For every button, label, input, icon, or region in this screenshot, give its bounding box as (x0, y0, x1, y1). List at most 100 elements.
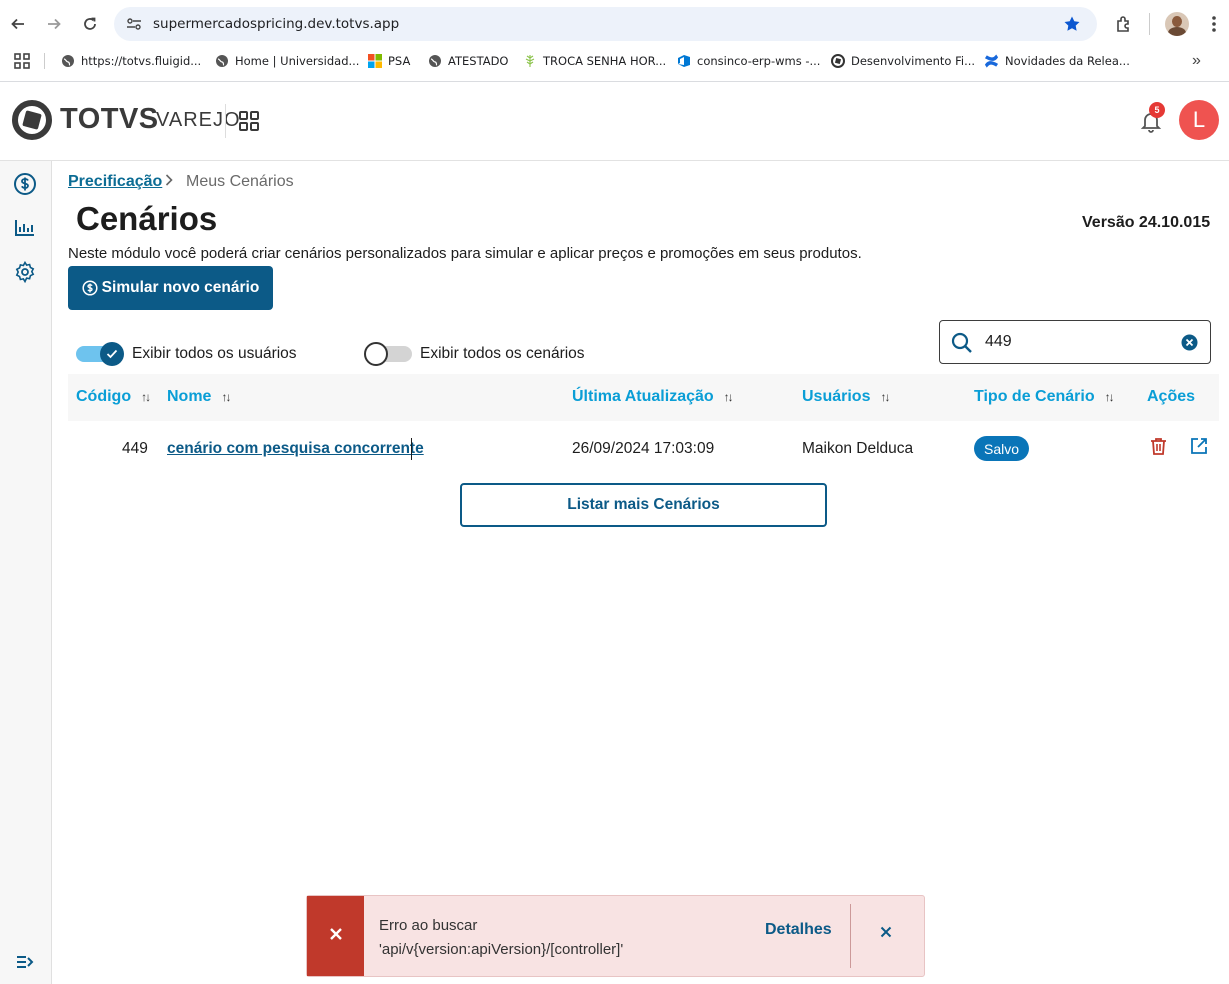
error-toast: Erro ao buscar 'api/v{version:apiVersion… (306, 895, 925, 977)
check-icon (100, 342, 124, 366)
notification-badge: 5 (1149, 102, 1165, 118)
apps-menu-icon[interactable] (238, 110, 260, 137)
sort-icon[interactable]: ↑↓ (1105, 390, 1115, 404)
column-header-code[interactable]: Código ↑↓ (76, 388, 151, 406)
new-scenario-button[interactable]: Simular novo cenário (68, 266, 273, 310)
trash-icon[interactable] (1149, 437, 1168, 461)
pricing-dollar-icon[interactable] (12, 171, 38, 197)
chart-bars-icon[interactable] (12, 215, 38, 241)
sort-icon[interactable]: ↑↓ (141, 390, 151, 404)
sort-icon[interactable]: ↑↓ (221, 390, 231, 404)
bookmark-item[interactable]: consinco-erp-wms -... (676, 52, 820, 70)
bookmark-star-icon[interactable] (1063, 15, 1081, 38)
globe-icon (214, 54, 229, 69)
page-description: Neste módulo você poderá criar cenários … (68, 245, 862, 262)
open-external-icon[interactable] (1190, 437, 1208, 460)
bookmark-label: TROCA SENHA HOR... (543, 54, 667, 68)
more-bookmarks-icon[interactable]: » (1192, 52, 1201, 70)
header-divider (225, 104, 226, 138)
bookmarks-divider (44, 53, 45, 69)
bookmark-label: Desenvolvimento Fi... (851, 54, 976, 68)
bookmark-item[interactable]: Home | Universidad... (214, 52, 359, 70)
search-input[interactable]: 449 (939, 320, 1211, 364)
logo-text: TOTVS (60, 103, 159, 135)
version-label: Versão 24.10.015 (1082, 214, 1211, 231)
reload-icon[interactable] (78, 12, 102, 36)
column-header-updated[interactable]: Última Atualização ↑↓ (572, 388, 734, 406)
toast-details-link[interactable]: Detalhes (765, 921, 832, 939)
column-header-users[interactable]: Usuários ↑↓ (802, 388, 890, 406)
sidebar (0, 161, 52, 984)
row-code: 449 (122, 440, 148, 457)
address-bar[interactable]: supermercadospricing.dev.totvs.app (114, 7, 1097, 41)
bookmark-label: PSA (388, 54, 411, 68)
bookmark-label: ATESTADO (448, 54, 509, 68)
column-header-name[interactable]: Nome ↑↓ (167, 388, 231, 406)
toast-message: Erro ao buscar 'api/v{version:apiVersion… (379, 917, 624, 958)
browser-menu-icon[interactable] (1202, 12, 1226, 36)
leaf-icon (522, 54, 537, 69)
sort-icon[interactable]: ↑↓ (724, 390, 734, 404)
show-all-scenarios-toggle[interactable] (364, 342, 412, 366)
column-label: Código (76, 388, 132, 405)
apps-grid-icon[interactable] (14, 53, 30, 74)
bookmark-item[interactable]: Novidades da Relea... (984, 52, 1130, 70)
show-all-scenarios-label: Exibir todos os cenários (420, 345, 585, 362)
globe-icon (60, 54, 75, 69)
globe-icon (427, 54, 442, 69)
column-label: Nome (167, 388, 212, 405)
list-more-scenarios-button[interactable]: Listar mais Cenários (460, 483, 827, 527)
extensions-icon[interactable] (1112, 12, 1136, 36)
gear-icon[interactable] (12, 259, 38, 285)
show-all-users-toggle[interactable] (76, 342, 124, 366)
back-icon[interactable] (6, 12, 30, 36)
user-avatar[interactable]: L (1179, 100, 1219, 140)
bookmark-item[interactable]: Desenvolvimento Fi... (830, 52, 975, 70)
bookmark-item[interactable]: TROCA SENHA HOR... (522, 52, 666, 70)
column-label: Última Atualização (572, 388, 714, 405)
site-info-icon[interactable] (126, 17, 142, 36)
page-title: Cenários (76, 200, 218, 237)
row-name-link[interactable]: cenário com pesquisa concorrente (167, 440, 424, 458)
text-cursor (411, 438, 412, 460)
column-label: Ações (1147, 388, 1196, 405)
new-scenario-label: Simular novo cenário (101, 279, 260, 296)
error-x-icon (329, 927, 343, 946)
expand-sidebar-icon[interactable] (12, 949, 38, 975)
logo-subtitle: VAREJO (156, 109, 241, 131)
app-header: TOTVS VAREJO 5 L (0, 82, 1229, 161)
table-header: Código ↑↓ Nome ↑↓ Última Atualização ↑↓ … (68, 374, 1219, 421)
toast-divider (850, 904, 851, 968)
scenario-type-badge: Salvo (974, 436, 1030, 461)
profile-avatar[interactable] (1165, 12, 1189, 36)
totvs-logo-icon (830, 54, 845, 69)
bookmarks-bar: https://totvs.fluigid... Home | Universi… (0, 48, 1229, 74)
column-label: Usuários (802, 388, 871, 405)
bookmark-label: Home | Universidad... (235, 54, 360, 68)
forward-icon[interactable] (42, 12, 66, 36)
toast-close-icon[interactable] (874, 920, 898, 944)
column-header-actions: Ações (1147, 388, 1195, 406)
bookmark-label: Novidades da Relea... (1005, 54, 1130, 68)
toolbar-divider (1149, 13, 1150, 35)
breadcrumb-chevron-icon (164, 173, 174, 191)
row-updated: 26/09/2024 17:03:09 (572, 440, 715, 457)
totvs-logo-icon[interactable] (12, 100, 52, 145)
column-label: Tipo de Cenário (974, 388, 1095, 405)
sort-icon[interactable]: ↑↓ (880, 390, 890, 404)
breadcrumb-current: Meus Cenários (186, 173, 294, 190)
clear-search-icon[interactable] (1181, 334, 1198, 356)
bookmark-item[interactable]: PSA (367, 52, 410, 70)
browser-chrome: supermercadospricing.dev.totvs.app https… (0, 0, 1229, 82)
bookmark-item[interactable]: https://totvs.fluigid... (60, 52, 201, 70)
dollar-circle-icon (82, 280, 98, 296)
search-icon (951, 332, 973, 359)
error-strip (307, 896, 364, 976)
column-header-type[interactable]: Tipo de Cenário ↑↓ (974, 388, 1115, 406)
microsoft-icon (367, 54, 382, 69)
bookmark-item[interactable]: ATESTADO (427, 52, 508, 70)
row-user: Maikon Delduca (802, 440, 914, 457)
breadcrumb-parent-link[interactable]: Precificação (68, 173, 162, 191)
azure-devops-icon (676, 54, 691, 69)
search-value: 449 (985, 333, 1012, 350)
